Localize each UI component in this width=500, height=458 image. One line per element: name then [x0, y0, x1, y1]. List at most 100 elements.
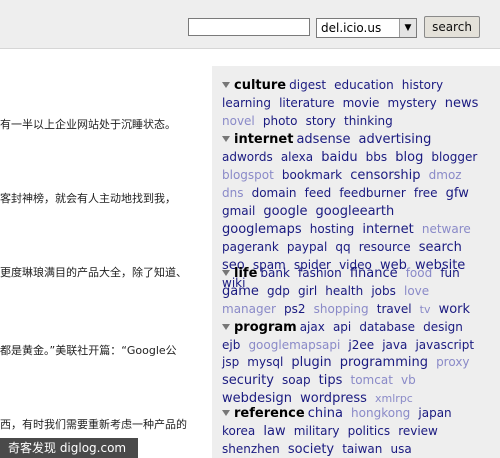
tag-link[interactable]: mystery	[388, 96, 437, 110]
tag-link[interactable]: hosting	[310, 222, 354, 236]
tag-link[interactable]: adsense	[296, 132, 350, 147]
service-select[interactable]: del.icio.us ▼	[316, 18, 417, 38]
tag-link[interactable]: history	[402, 78, 443, 92]
tag-link[interactable]: googlemaps	[222, 222, 302, 237]
tag-link[interactable]: pagerank	[222, 240, 279, 254]
tag-link[interactable]: law	[263, 424, 285, 439]
tag-link[interactable]: internet	[362, 222, 413, 237]
tag-link[interactable]: society	[288, 442, 334, 457]
tag-link[interactable]: feed	[305, 186, 332, 200]
search-input[interactable]	[188, 18, 310, 36]
tag-link[interactable]: china	[308, 406, 343, 421]
tag-link[interactable]: japan	[418, 406, 451, 420]
tag-link[interactable]: photo	[263, 114, 298, 128]
tag-link[interactable]: vb	[401, 373, 416, 387]
tag-link[interactable]: j2ee	[348, 338, 374, 352]
tag-link[interactable]: fun	[440, 266, 459, 280]
triangle-down-icon[interactable]	[222, 409, 230, 416]
tag-link[interactable]: proxy	[436, 355, 469, 369]
tag-link[interactable]: politics	[348, 424, 391, 438]
tag-link[interactable]: food	[406, 266, 433, 280]
tag-link[interactable]: blog	[395, 150, 423, 165]
tag-link[interactable]: fashion	[298, 266, 342, 280]
tag-link[interactable]: domain	[252, 186, 297, 200]
tag-link[interactable]: ajax	[300, 320, 325, 334]
tag-link[interactable]: shopping	[314, 302, 369, 316]
tag-link[interactable]: programming	[340, 355, 428, 370]
tag-link[interactable]: api	[333, 320, 351, 334]
tag-link[interactable]: thinking	[344, 114, 393, 128]
tag-link[interactable]: movie	[343, 96, 380, 110]
tag-link[interactable]: gdp	[267, 284, 290, 298]
tag-link[interactable]: news	[445, 96, 479, 111]
article-text: 有一半以上企业网站处于沉睡状态。 客封神榜，就会有人主动地找到我， 更度琳琅满目…	[0, 48, 210, 458]
tag-link[interactable]: bank	[260, 266, 290, 280]
tag-link[interactable]: work	[439, 302, 470, 317]
tag-link[interactable]: plugin	[291, 355, 331, 370]
tag-link[interactable]: alexa	[281, 150, 313, 164]
tag-link[interactable]: jsp	[222, 355, 239, 369]
triangle-down-icon[interactable]	[222, 269, 230, 276]
tag-link[interactable]: googleearth	[316, 204, 395, 219]
tag-link[interactable]: education	[334, 78, 394, 92]
tag-link[interactable]: search	[419, 240, 462, 255]
tag-link[interactable]: literature	[279, 96, 334, 110]
tag-link[interactable]: travel	[377, 302, 412, 316]
tag-link[interactable]: shenzhen	[222, 442, 280, 456]
tag-link[interactable]: novel	[222, 114, 255, 128]
tag-link[interactable]: java	[382, 338, 407, 352]
tag-link[interactable]: qq	[335, 240, 350, 254]
tag-link[interactable]: korea	[222, 424, 255, 438]
tag-link[interactable]: health	[325, 284, 363, 298]
tag-link[interactable]: google	[263, 204, 307, 219]
tag-link[interactable]: database	[359, 320, 415, 334]
tag-link[interactable]: ejb	[222, 338, 240, 352]
tag-link[interactable]: game	[222, 284, 259, 299]
triangle-down-icon[interactable]	[222, 135, 230, 142]
tag-link[interactable]: netware	[422, 222, 471, 236]
tag-link[interactable]: military	[294, 424, 340, 438]
tag-link[interactable]: tomcat	[351, 373, 393, 387]
tag-link[interactable]: feedburner	[339, 186, 405, 200]
tag-link[interactable]: gfw	[446, 186, 469, 201]
tag-link[interactable]: blogger	[431, 150, 477, 164]
tag-link[interactable]: resource	[359, 240, 411, 254]
tag-link[interactable]: review	[398, 424, 438, 438]
tag-link[interactable]: taiwan	[342, 442, 382, 456]
tag-link[interactable]: paypal	[287, 240, 327, 254]
search-button[interactable]: search	[424, 16, 480, 38]
tag-link[interactable]: manager	[222, 302, 276, 316]
triangle-down-icon[interactable]	[222, 81, 230, 88]
triangle-down-icon[interactable]	[222, 323, 230, 330]
tag-link[interactable]: adwords	[222, 150, 273, 164]
tag-link[interactable]: dns	[222, 186, 243, 200]
tag-link[interactable]: javascript	[415, 338, 474, 352]
tag-link[interactable]: baidu	[321, 150, 357, 165]
tag-link[interactable]: story	[306, 114, 336, 128]
tag-link[interactable]: free	[414, 186, 438, 200]
tag-link[interactable]: ps2	[284, 302, 306, 316]
tag-link[interactable]: blogspot	[222, 168, 274, 182]
tag-link[interactable]: dmoz	[429, 168, 462, 182]
tag-link[interactable]: security	[222, 373, 274, 388]
tag-link[interactable]: bookmark	[282, 168, 342, 182]
chevron-down-icon[interactable]: ▼	[399, 19, 416, 37]
tag-link[interactable]: finance	[350, 266, 398, 281]
tag-link[interactable]: digest	[289, 78, 326, 92]
tag-link[interactable]: design	[423, 320, 463, 334]
tag-link[interactable]: advertising	[359, 132, 432, 147]
tag-link[interactable]: mysql	[247, 355, 283, 369]
tag-link[interactable]: hongkong	[351, 406, 410, 420]
tag-link[interactable]: tips	[319, 373, 343, 388]
tag-link[interactable]: tv	[420, 303, 431, 316]
tag-link[interactable]: usa	[390, 442, 411, 456]
tag-link[interactable]: soap	[282, 373, 311, 387]
tag-link[interactable]: love	[404, 284, 429, 298]
tag-link[interactable]: bbs	[366, 150, 388, 164]
tag-link[interactable]: learning	[222, 96, 271, 110]
tag-link[interactable]: girl	[298, 284, 317, 298]
tag-link[interactable]: jobs	[371, 284, 396, 298]
tag-link[interactable]: googlemapsapi	[248, 338, 340, 352]
tag-link[interactable]: gmail	[222, 204, 255, 218]
tag-link[interactable]: censorship	[350, 168, 420, 183]
